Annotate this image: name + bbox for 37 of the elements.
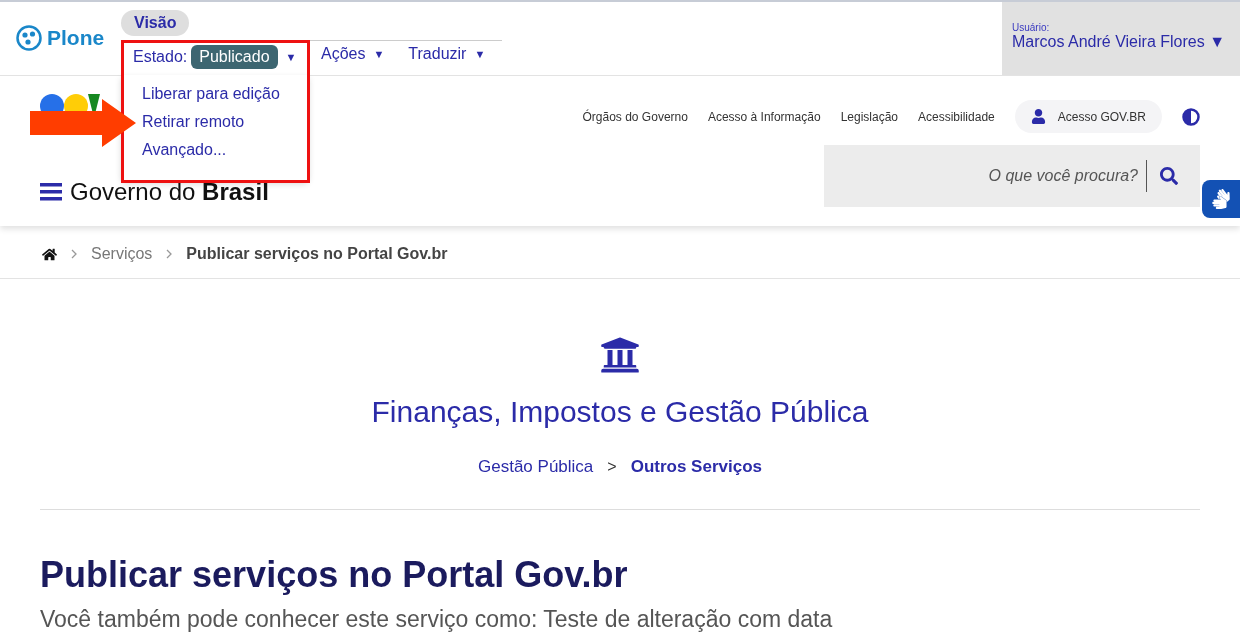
breadcrumb-link[interactable]: Publicar serviços no Portal Gov.br [186,245,448,263]
plone-logo-icon [16,25,42,51]
contrast-icon[interactable] [1182,107,1200,126]
page-title: Publicar serviços no Portal Gov.br [40,554,628,596]
chevron-icon [166,249,173,259]
user-caption: Usuário: [1012,22,1051,33]
menu-icon[interactable] [40,183,62,201]
menu-item[interactable]: Retirar remoto [142,111,309,133]
header-link[interactable]: Acessibilidade [918,109,995,124]
category-title: Finanças, Impostos e Gestão Pública [371,395,869,429]
header-link[interactable]: Acesso à Informação [707,109,821,124]
toolbar-menu[interactable]: Traduzir ▼ [396,41,498,69]
arrow-icon [30,99,136,147]
toolbar-menu[interactable]: Estado: Publicado ▼ [121,41,309,75]
login-button[interactable]: Acesso GOV.BR [1014,100,1162,133]
path-separator: > [607,458,617,476]
header-link[interactable]: Legislação [840,109,898,124]
search-field[interactable]: O que você procura? [824,145,1146,207]
user-icon [1030,109,1046,124]
state-badge: Publicado [191,45,278,69]
view-tab[interactable]: Visão [121,10,190,36]
chevron-icon [71,249,77,259]
menu-item[interactable]: Liberar para edição [142,83,309,105]
toolbar-menu[interactable]: Ações ▼ [309,41,397,69]
bank-icon [600,335,640,375]
plone-logo-text[interactable]: Plone [47,26,105,50]
home-icon[interactable] [42,246,57,262]
category-link[interactable]: Outros Serviços [630,457,762,477]
page-subtitle: Você também pode conhecer este serviço como: Teste de alteração com data [40,606,833,633]
menu-item[interactable]: Avançado... [142,139,309,161]
sign-language-button[interactable] [1202,180,1240,218]
search-icon[interactable] [1146,145,1200,207]
user-menu[interactable]: Marcos André Vieira Flores ▼ [1012,33,1230,51]
category-link[interactable]: Gestão Pública [478,457,594,477]
hands-icon [1211,189,1231,209]
header-link[interactable]: Órgãos do Governo [582,109,688,124]
breadcrumb-link[interactable]: Serviços [91,245,153,263]
